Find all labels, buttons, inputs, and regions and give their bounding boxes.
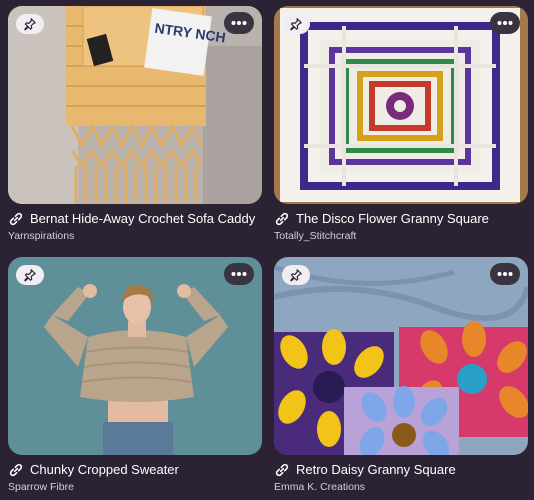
ellipsis-icon <box>231 272 247 276</box>
pin-source[interactable]: Sparrow Fibre <box>8 481 262 493</box>
link-icon <box>9 212 23 225</box>
pushpin-icon <box>24 18 36 31</box>
pin-title-link[interactable]: Chunky Cropped Sweater <box>8 461 262 478</box>
pin-source[interactable]: Yarnspirations <box>8 230 262 242</box>
pin-card[interactable]: Retro Daisy Granny Square Emma K. Creati… <box>274 257 528 493</box>
pin-title[interactable]: The Disco Flower Granny Square <box>296 211 489 226</box>
pin-image[interactable] <box>274 6 528 204</box>
pin-card[interactable]: NTRY NCH Bernat Hide-Away Crochet Sofa C… <box>8 6 262 242</box>
pin-image[interactable] <box>8 257 262 455</box>
pin-title[interactable]: Bernat Hide-Away Crochet Sofa Caddy <box>30 211 255 226</box>
pin-button[interactable] <box>282 14 310 34</box>
pin-button[interactable] <box>282 265 310 285</box>
pin-button[interactable] <box>16 265 44 285</box>
granny-square-image <box>274 6 528 204</box>
pin-title-link[interactable]: Bernat Hide-Away Crochet Sofa Caddy <box>8 210 262 227</box>
link-icon <box>275 212 289 225</box>
pin-title-link[interactable]: The Disco Flower Granny Square <box>274 210 528 227</box>
pin-source[interactable]: Emma K. Creations <box>274 481 528 493</box>
pushpin-icon <box>290 18 302 31</box>
more-options-button[interactable] <box>224 12 254 34</box>
pin-title[interactable]: Chunky Cropped Sweater <box>30 462 179 477</box>
pushpin-icon <box>290 269 302 282</box>
more-options-button[interactable] <box>224 263 254 285</box>
ellipsis-icon <box>497 272 513 276</box>
pin-image[interactable] <box>274 257 528 455</box>
pushpin-icon <box>24 269 36 282</box>
retro-daisy-image <box>274 257 528 455</box>
pin-card[interactable]: The Disco Flower Granny Square Totally_S… <box>274 6 528 242</box>
pin-title[interactable]: Retro Daisy Granny Square <box>296 462 456 477</box>
pin-card[interactable]: Chunky Cropped Sweater Sparrow Fibre <box>8 257 262 493</box>
sweater-model-image <box>8 257 262 455</box>
ellipsis-icon <box>497 21 513 25</box>
more-options-button[interactable] <box>490 263 520 285</box>
link-icon <box>275 463 289 476</box>
pin-source[interactable]: Totally_Stitchcraft <box>274 230 528 242</box>
pin-title-link[interactable]: Retro Daisy Granny Square <box>274 461 528 478</box>
pin-image[interactable]: NTRY NCH <box>8 6 262 204</box>
link-icon <box>9 463 23 476</box>
sofa-caddy-image: NTRY NCH <box>8 6 262 204</box>
pin-button[interactable] <box>16 14 44 34</box>
ellipsis-icon <box>231 21 247 25</box>
more-options-button[interactable] <box>490 12 520 34</box>
